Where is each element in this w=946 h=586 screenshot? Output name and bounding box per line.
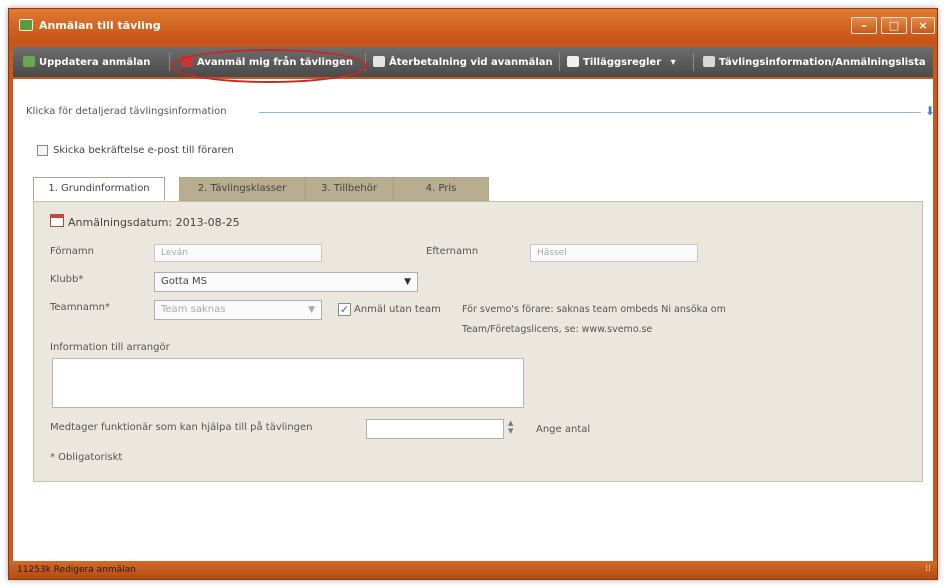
competition-info-label: Tävlingsinformation/Anmälningslista (719, 57, 926, 68)
app-icon (19, 19, 33, 31)
team-select-placeholder: Team saknas (161, 304, 226, 315)
window-title: Anmälan till tävling (39, 19, 161, 32)
confirm-email-label: Skicka bekräftelse e-post till föraren (53, 145, 234, 156)
additional-rules-dropdown[interactable]: Tilläggsregler ▾ (567, 56, 676, 68)
toolbar-separator (559, 53, 560, 71)
info-list-icon (703, 56, 715, 67)
tab-accessories[interactable]: 3. Tillbehör (305, 177, 393, 201)
tab-price[interactable]: 4. Pris (393, 177, 489, 201)
official-count-input[interactable] (366, 419, 504, 439)
lastname-label: Efternamn (426, 246, 479, 257)
required-note: * Obligatoriskt (50, 452, 123, 463)
maximize-button[interactable]: □ (881, 17, 907, 34)
firstname-label: Förnamn (50, 246, 94, 257)
club-select[interactable]: Gotta MS ▼ (154, 272, 418, 292)
content-area: Klicka för detaljerad tävlingsinformatio… (13, 79, 935, 561)
update-registration-label: Uppdatera anmälan (39, 57, 151, 68)
chevron-down-icon: ▼ (308, 305, 315, 315)
official-label: Medtager funktionär som kan hjälpa till … (50, 422, 313, 433)
confirm-email-checkbox[interactable] (37, 145, 48, 156)
money-icon (373, 56, 385, 67)
refresh-icon (23, 56, 35, 67)
club-select-value: Gotta MS (161, 276, 207, 287)
refund-button[interactable]: Återbetalning vid avanmälan (373, 56, 553, 68)
basic-info-panel: Anmälningsdatum: 2013-08-25 Förnamn Levá… (33, 201, 923, 482)
additional-rules-label: Tilläggsregler (583, 57, 662, 68)
status-bar: 11253k Redigera anmälan ⁞⁞ (9, 561, 937, 579)
no-team-checkbox[interactable]: ✓ (338, 303, 351, 316)
organizer-info-label: Information till arrangör (50, 342, 170, 353)
highlight-annotation (171, 49, 367, 83)
toolbar-separator (169, 53, 170, 71)
lastname-field[interactable]: Hässel (530, 244, 698, 262)
expand-arrow-icon[interactable]: ⬇ (925, 104, 935, 118)
registration-window: Anmälan till tävling – □ × Uppdatera anm… (8, 8, 938, 580)
status-text: 11253k Redigera anmälan (17, 565, 136, 575)
calendar-icon (50, 214, 64, 227)
update-registration-button[interactable]: Uppdatera anmälan (23, 56, 150, 68)
resize-grip-icon[interactable]: ⁞⁞ (925, 564, 931, 574)
competition-info-button[interactable]: Tävlingsinformation/Anmälningslista (703, 56, 926, 68)
firstname-field[interactable]: Leván (154, 244, 322, 262)
club-label: Klubb* (50, 274, 84, 285)
detail-info-link[interactable]: Klicka för detaljerad tävlingsinformatio… (26, 106, 227, 117)
organizer-info-textarea[interactable] (52, 358, 524, 408)
team-info-text: För svemo's förare: saknas team ombeds N… (462, 304, 726, 335)
chevron-down-icon: ▾ (670, 57, 676, 68)
official-hint: Ange antal (536, 424, 591, 435)
tab-competition-classes[interactable]: 2. Tävlingsklasser (179, 177, 305, 201)
document-icon (567, 56, 579, 67)
refund-label: Återbetalning vid avanmälan (389, 57, 553, 68)
title-bar[interactable]: Anmälan till tävling – □ × (9, 9, 937, 43)
chevron-down-icon: ▼ (404, 277, 411, 287)
minimize-button[interactable]: – (851, 17, 877, 34)
close-button[interactable]: × (911, 17, 935, 34)
toolbar-separator (693, 53, 694, 71)
spinner-arrows-icon[interactable]: ▲ ▼ (508, 419, 513, 435)
tab-basic-info[interactable]: 1. Grundinformation (33, 177, 165, 201)
toolbar: Uppdatera anmälan Avanmäl mig från tävli… (13, 47, 933, 77)
team-select[interactable]: Team saknas ▼ (154, 300, 322, 320)
no-team-label: Anmäl utan team (354, 304, 441, 315)
registration-date: Anmälningsdatum: 2013-08-25 (68, 216, 240, 229)
detail-divider (259, 112, 921, 113)
team-label: Teamnamn* (50, 302, 110, 313)
